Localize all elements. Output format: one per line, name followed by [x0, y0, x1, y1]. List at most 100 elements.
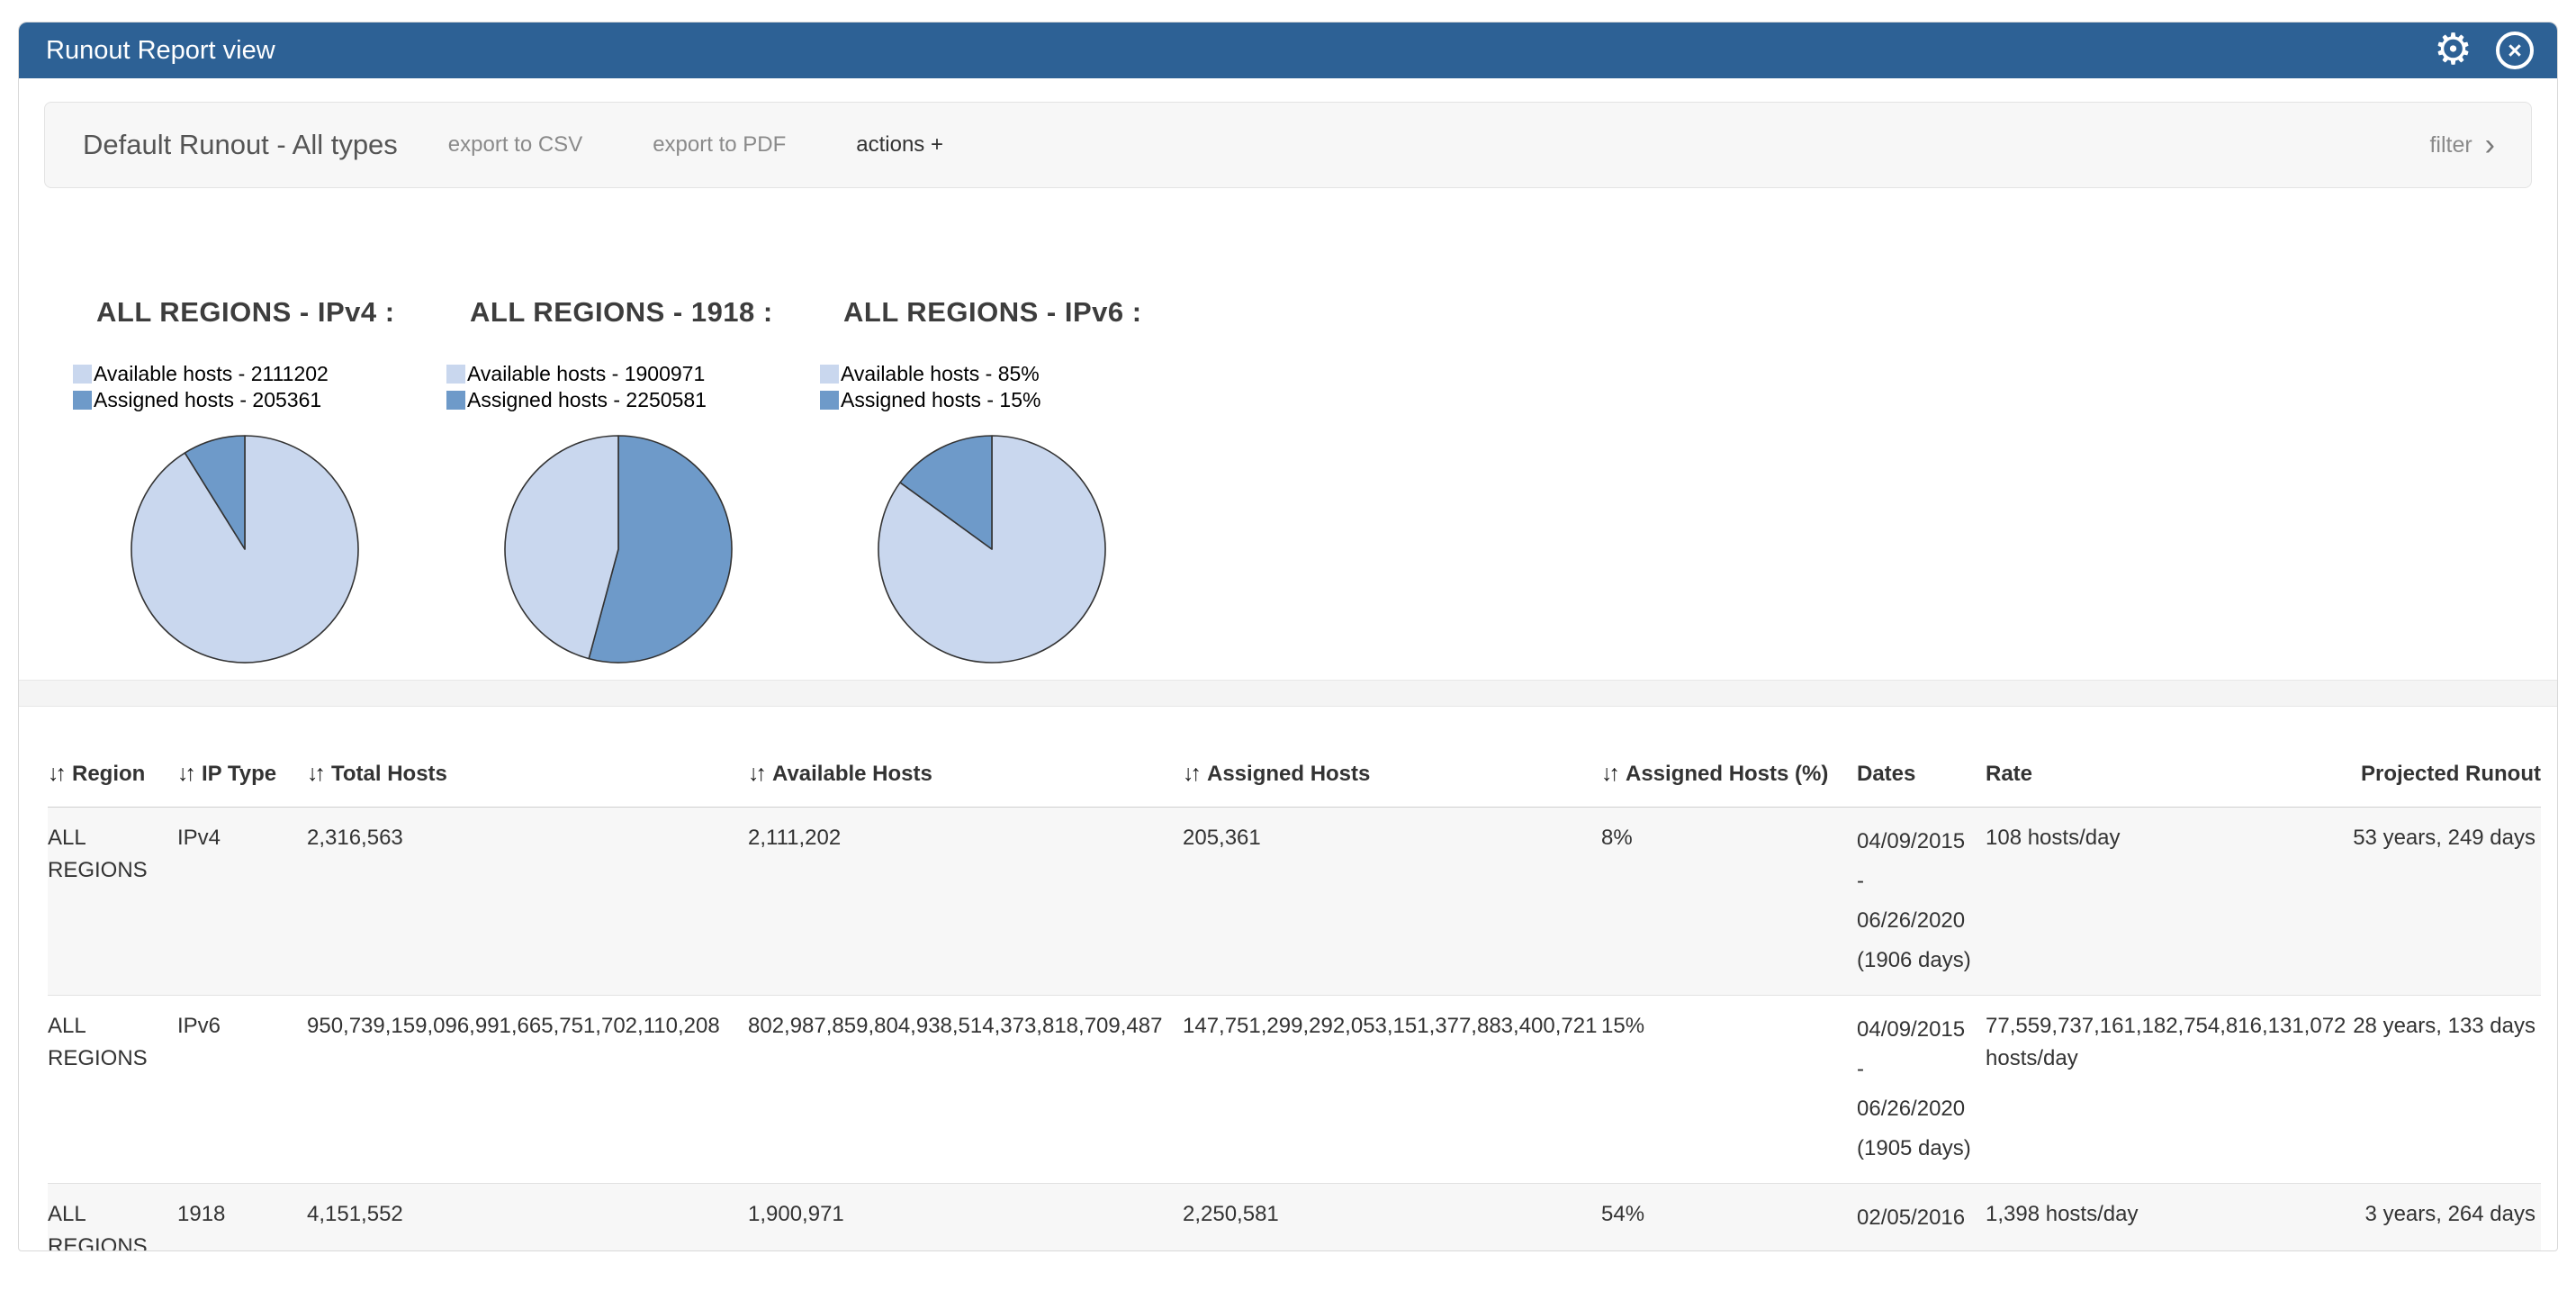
- window-title: Runout Report view: [46, 36, 275, 66]
- legend-item: Assigned hosts - 2250581: [446, 387, 820, 413]
- column-header-ip-type[interactable]: ↓↑ IP Type: [177, 748, 307, 808]
- filter-button[interactable]: filter ›: [2429, 132, 2495, 158]
- column-label: Rate: [1986, 762, 2032, 786]
- legend-item: Available hosts - 85%: [820, 361, 1193, 387]
- chart-title: ALL REGIONS - IPv6 :: [820, 296, 1193, 329]
- legend-swatch-assigned: [446, 391, 465, 410]
- legend-label: Assigned hosts - 15%: [841, 388, 1040, 412]
- column-header-projected-runout: Projected Runout: [2346, 748, 2541, 808]
- table-row: ALL REGIONS IPv6 950,739,159,096,991,665…: [48, 996, 2541, 1184]
- pie-charts-section: ALL REGIONS - IPv4 : Available hosts - 2…: [19, 296, 2557, 665]
- sort-icon[interactable]: ↓↑: [748, 761, 763, 786]
- cell-total-hosts: 950,739,159,096,991,665,751,702,110,208: [307, 996, 748, 1184]
- filter-label: filter: [2429, 132, 2472, 158]
- chart-legend: Available hosts - 2111202 Assigned hosts…: [73, 361, 446, 413]
- chart-title: ALL REGIONS - IPv4 :: [73, 296, 446, 329]
- cell-available-hosts: 802,987,859,804,938,514,373,818,709,487: [748, 996, 1183, 1184]
- legend-label: Available hosts - 2111202: [94, 362, 329, 386]
- column-header-dates: Dates: [1857, 748, 1986, 808]
- pie-chart-ipv4: [129, 433, 361, 665]
- legend-swatch-available: [820, 365, 839, 384]
- column-header-rate: Rate: [1986, 748, 2346, 808]
- chart-legend: Available hosts - 1900971 Assigned hosts…: [446, 361, 820, 413]
- legend-swatch-assigned: [73, 391, 92, 410]
- legend-swatch-available: [73, 365, 92, 384]
- legend-swatch-available: [446, 365, 465, 384]
- table-row: ALL REGIONS IPv4 2,316,563 2,111,202 205…: [48, 808, 2541, 996]
- cell-assigned-hosts: 205,361: [1183, 808, 1601, 996]
- cell-total-hosts: 4,151,552: [307, 1184, 748, 1252]
- cell-available-hosts: 1,900,971: [748, 1184, 1183, 1252]
- cell-assigned-pct: 8%: [1601, 808, 1857, 996]
- horizontal-scrollbar[interactable]: [19, 680, 2557, 707]
- runout-table: ↓↑ Region ↓↑ IP Type ↓↑ Total Hosts ↓↑ Avail…: [48, 748, 2541, 1251]
- pie-chart-ipv6: [876, 433, 1108, 665]
- cell-projected-runout: 3 years, 264 days: [2346, 1184, 2541, 1252]
- column-label: Projected Runout: [2361, 762, 2541, 786]
- legend-label: Assigned hosts - 205361: [94, 388, 321, 412]
- cell-total-hosts: 2,316,563: [307, 808, 748, 996]
- chart-1918: ALL REGIONS - 1918 : Available hosts - 1…: [446, 296, 820, 665]
- chart-legend: Available hosts - 85% Assigned hosts - 1…: [820, 361, 1193, 413]
- cell-rate: 108 hosts/day: [1986, 808, 2346, 996]
- table-row: ALL REGIONS 1918 4,151,552 1,900,971 2,2…: [48, 1184, 2541, 1252]
- report-toolbar: Default Runout - All types export to CSV…: [44, 102, 2532, 188]
- export-pdf-link[interactable]: export to PDF: [653, 132, 786, 158]
- legend-item: Assigned hosts - 205361: [73, 387, 446, 413]
- cell-dates: 04/09/2015 - 06/26/2020 (1905 days): [1857, 996, 1986, 1184]
- cell-assigned-hosts: 147,751,299,292,053,151,377,883,400,721: [1183, 996, 1601, 1184]
- sort-icon[interactable]: ↓↑: [307, 761, 322, 786]
- cell-available-hosts: 2,111,202: [748, 808, 1183, 996]
- legend-swatch-assigned: [820, 391, 839, 410]
- column-label: Assigned Hosts (%): [1626, 762, 1828, 786]
- chart-ipv4: ALL REGIONS - IPv4 : Available hosts - 2…: [73, 296, 446, 665]
- column-header-assigned-hosts[interactable]: ↓↑ Assigned Hosts: [1183, 748, 1601, 808]
- column-label: Available Hosts: [772, 762, 932, 786]
- cell-assigned-pct: 54%: [1601, 1184, 1857, 1252]
- table-header-row: ↓↑ Region ↓↑ IP Type ↓↑ Total Hosts ↓↑ Avail…: [48, 748, 2541, 808]
- legend-item: Assigned hosts - 15%: [820, 387, 1193, 413]
- actions-menu-button[interactable]: actions +: [856, 132, 943, 158]
- cell-ip-type: 1918: [177, 1184, 307, 1252]
- cell-region: ALL REGIONS: [48, 1184, 177, 1252]
- column-label: Region: [72, 762, 145, 786]
- column-label: Assigned Hosts: [1207, 762, 1370, 786]
- column-header-total-hosts[interactable]: ↓↑ Total Hosts: [307, 748, 748, 808]
- column-header-region[interactable]: ↓↑ Region: [48, 748, 177, 808]
- report-name: Default Runout - All types: [83, 129, 398, 161]
- cell-ip-type: IPv6: [177, 996, 307, 1184]
- chart-title: ALL REGIONS - 1918 :: [446, 296, 820, 329]
- cell-rate: 1,398 hosts/day: [1986, 1184, 2346, 1252]
- legend-label: Available hosts - 85%: [841, 362, 1040, 386]
- cell-assigned-hosts: 2,250,581: [1183, 1184, 1601, 1252]
- pie-chart-1918: [502, 433, 734, 665]
- gear-icon: ⚙: [2434, 29, 2472, 72]
- cell-projected-runout: 28 years, 133 days: [2346, 996, 2541, 1184]
- settings-button[interactable]: ⚙: [2434, 29, 2472, 72]
- title-bar: Runout Report view ⚙ ×: [19, 23, 2557, 78]
- column-label: Total Hosts: [331, 762, 447, 786]
- sort-icon[interactable]: ↓↑: [1601, 761, 1617, 786]
- legend-item: Available hosts - 2111202: [73, 361, 446, 387]
- runout-report-panel: Runout Report view ⚙ × Default Runout - …: [18, 22, 2558, 1251]
- column-header-available-hosts[interactable]: ↓↑ Available Hosts: [748, 748, 1183, 808]
- legend-item: Available hosts - 1900971: [446, 361, 820, 387]
- cell-rate: 77,559,737,161,182,754,816,131,072 hosts…: [1986, 996, 2346, 1184]
- cell-projected-runout: 53 years, 249 days: [2346, 808, 2541, 996]
- close-button[interactable]: ×: [2496, 32, 2534, 69]
- sort-icon[interactable]: ↓↑: [177, 761, 193, 786]
- cell-region: ALL REGIONS: [48, 996, 177, 1184]
- export-csv-link[interactable]: export to CSV: [448, 132, 582, 158]
- cell-region: ALL REGIONS: [48, 808, 177, 996]
- chart-ipv6: ALL REGIONS - IPv6 : Available hosts - 8…: [820, 296, 1193, 665]
- column-label: IP Type: [202, 762, 276, 786]
- column-header-assigned-hosts-pct[interactable]: ↓↑ Assigned Hosts (%): [1601, 748, 1857, 808]
- cell-ip-type: IPv4: [177, 808, 307, 996]
- chevron-right-icon: ›: [2485, 134, 2495, 156]
- legend-label: Available hosts - 1900971: [467, 362, 705, 386]
- cell-dates: 04/09/2015 - 06/26/2020 (1906 days): [1857, 808, 1986, 996]
- cell-assigned-pct: 15%: [1601, 996, 1857, 1184]
- sort-icon[interactable]: ↓↑: [1183, 761, 1198, 786]
- sort-icon[interactable]: ↓↑: [48, 761, 63, 786]
- cell-dates: 02/05/2016 - 07/02/2020 (1610 days): [1857, 1184, 1986, 1252]
